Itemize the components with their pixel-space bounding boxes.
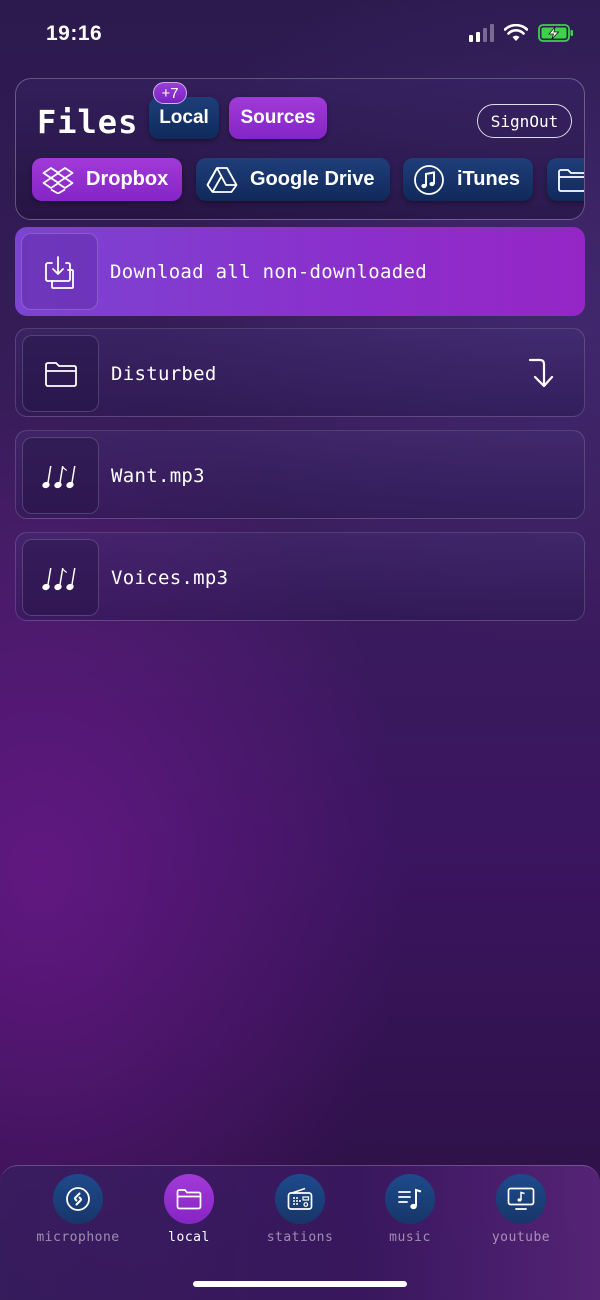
page-title: Files bbox=[37, 103, 139, 141]
home-indicator[interactable] bbox=[193, 1281, 407, 1287]
itunes-icon bbox=[414, 164, 444, 195]
nav-label: music bbox=[389, 1230, 431, 1245]
source-label: Dropbox bbox=[86, 168, 169, 190]
nav-circle bbox=[164, 1174, 214, 1224]
battery-charging-icon bbox=[538, 24, 573, 42]
row-label: Download all non-downloaded bbox=[110, 260, 427, 283]
music-list-icon bbox=[398, 1188, 422, 1210]
source-chip-local-folder[interactable] bbox=[547, 158, 584, 201]
nav-label: stations bbox=[266, 1230, 334, 1245]
nav-label: local bbox=[168, 1230, 210, 1245]
wifi-icon bbox=[504, 24, 528, 41]
music-notes-icon bbox=[41, 567, 75, 590]
source-chip-itunes[interactable]: iTunes bbox=[403, 158, 533, 201]
source-chip-google-drive[interactable]: Google Drive bbox=[196, 158, 390, 201]
folder-icon bbox=[176, 1189, 202, 1210]
nav-circle bbox=[385, 1174, 435, 1224]
nav-label: youtube bbox=[491, 1230, 551, 1245]
signout-button[interactable]: SignOut bbox=[477, 104, 572, 138]
row-icon-box bbox=[22, 539, 99, 616]
row-label: Disturbed bbox=[111, 362, 217, 385]
nav-microphone[interactable]: microphone bbox=[23, 1174, 133, 1245]
sources-row: Dropbox Google Drive iTunes bbox=[32, 158, 584, 202]
download-all-row[interactable]: Download all non-downloaded bbox=[15, 227, 585, 316]
nav-music[interactable]: music bbox=[355, 1174, 465, 1245]
shazam-icon bbox=[66, 1187, 90, 1211]
source-chip-dropbox[interactable]: Dropbox bbox=[32, 158, 182, 201]
tab-local-label: Local bbox=[159, 107, 209, 128]
bottom-nav: microphone local stations music youtube bbox=[0, 1165, 600, 1300]
folder-icon bbox=[44, 361, 77, 387]
download-icon bbox=[44, 255, 74, 289]
nav-youtube[interactable]: youtube bbox=[466, 1174, 576, 1245]
folder-row[interactable]: Disturbed bbox=[15, 328, 585, 417]
nav-local[interactable]: local bbox=[134, 1174, 244, 1245]
row-icon-box bbox=[22, 437, 99, 514]
row-label: Voices.mp3 bbox=[111, 566, 229, 589]
google-drive-icon bbox=[206, 166, 238, 193]
dropbox-icon bbox=[42, 166, 74, 194]
tv-icon bbox=[507, 1187, 535, 1210]
row-icon-box bbox=[22, 335, 99, 412]
radio-icon bbox=[287, 1187, 313, 1210]
tab-sources-label: Sources bbox=[240, 107, 316, 128]
status-icons bbox=[469, 24, 574, 42]
nav-circle bbox=[53, 1174, 103, 1224]
nav-stations[interactable]: stations bbox=[245, 1174, 355, 1245]
folder-icon bbox=[558, 168, 584, 192]
files-header-card: Files Local +7 Sources SignOut Dropbox G… bbox=[15, 78, 585, 220]
source-label: Google Drive bbox=[250, 168, 375, 190]
music-notes-icon bbox=[41, 465, 75, 488]
source-label: iTunes bbox=[457, 168, 520, 190]
file-row[interactable]: Voices.mp3 bbox=[15, 532, 585, 621]
row-icon-box bbox=[21, 233, 98, 310]
local-count-badge: +7 bbox=[153, 82, 187, 104]
arrow-down-icon[interactable] bbox=[526, 357, 554, 389]
nav-label: microphone bbox=[36, 1230, 120, 1245]
tab-sources[interactable]: Sources bbox=[229, 97, 327, 139]
status-time: 19:16 bbox=[46, 22, 103, 45]
nav-circle bbox=[496, 1174, 546, 1224]
nav-circle bbox=[275, 1174, 325, 1224]
file-row[interactable]: Want.mp3 bbox=[15, 430, 585, 519]
cellular-signal-icon bbox=[469, 24, 494, 42]
status-bar: 19:16 bbox=[0, 0, 600, 70]
row-label: Want.mp3 bbox=[111, 464, 205, 487]
